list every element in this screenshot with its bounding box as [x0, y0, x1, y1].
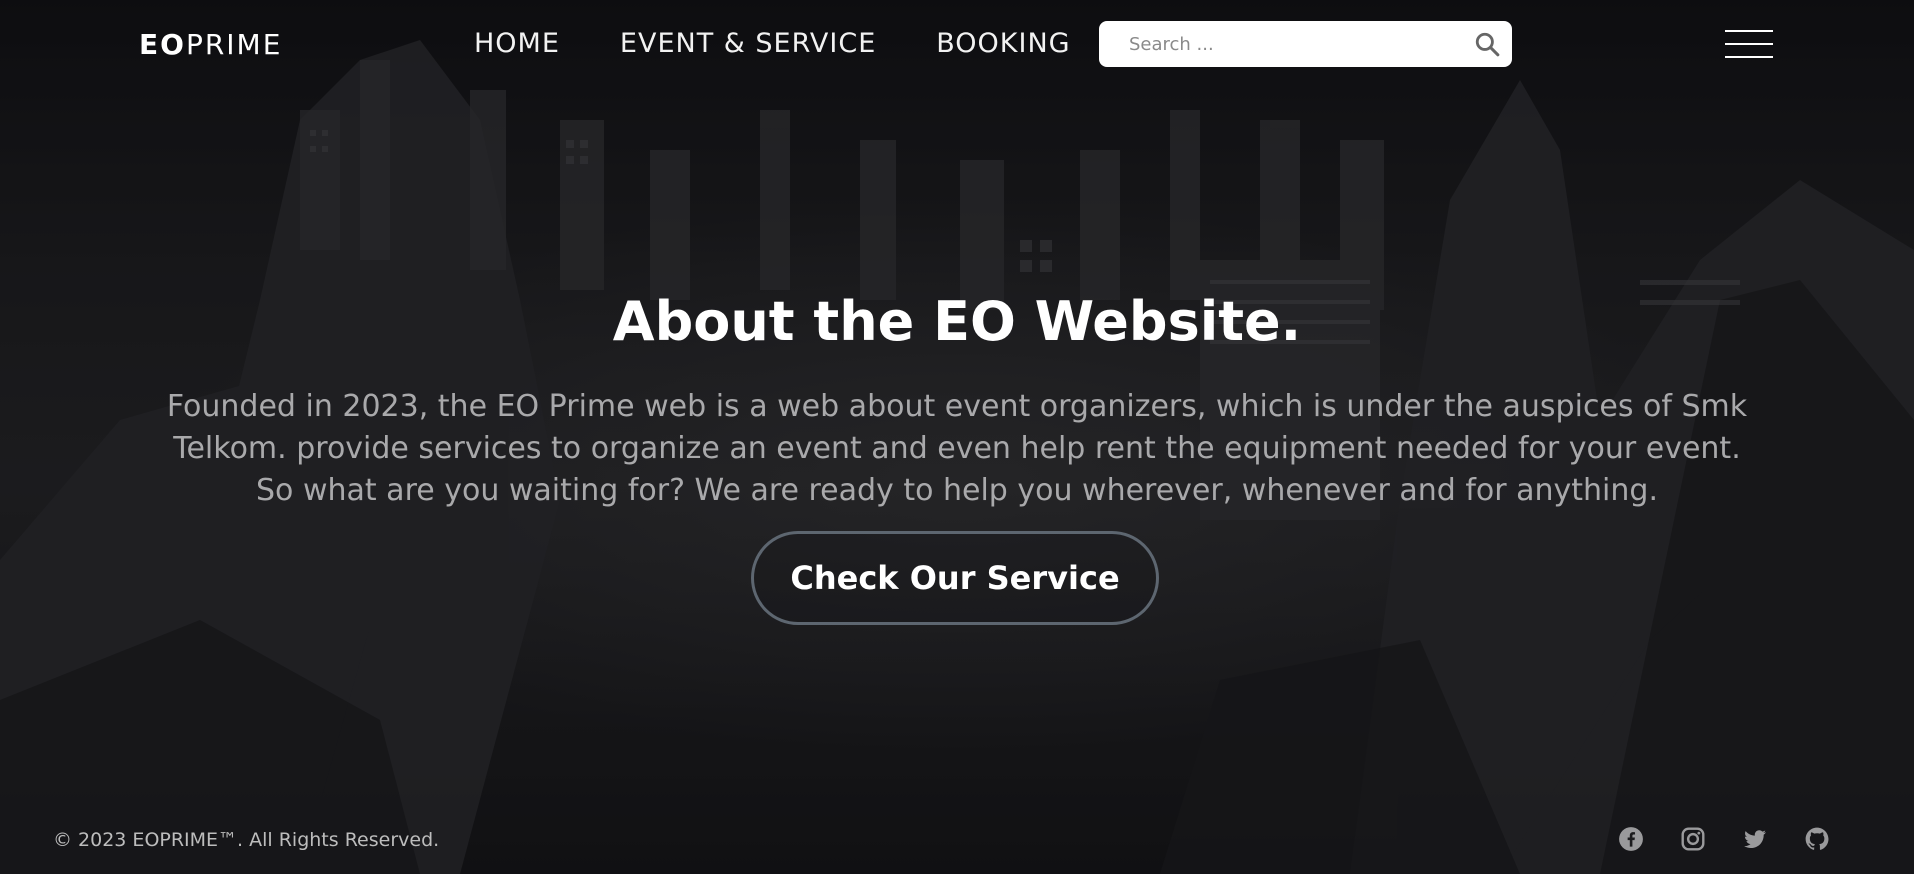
github-icon[interactable]	[1804, 826, 1830, 852]
hero-title: About the EO Website.	[612, 290, 1302, 353]
nav-item-booking[interactable]: BOOKING	[936, 28, 1070, 59]
brand-logo-bold: EO	[139, 28, 186, 61]
search-icon[interactable]	[1474, 31, 1500, 57]
nav-item-event-service[interactable]: EVENT & SERVICE	[620, 28, 876, 59]
twitter-icon[interactable]	[1742, 826, 1768, 852]
hero-description: Founded in 2023, the EO Prime web is a w…	[166, 389, 1748, 508]
copyright-text: © 2023 EOPRIME™. All Rights Reserved.	[53, 829, 440, 851]
main-menu: HOME EVENT & SERVICE BOOKING	[474, 28, 1131, 59]
facebook-icon[interactable]	[1618, 826, 1644, 852]
nav-item-home[interactable]: HOME	[474, 28, 560, 59]
check-our-service-button[interactable]: Check Our Service	[751, 531, 1159, 625]
instagram-icon[interactable]	[1680, 826, 1706, 852]
brand-logo-light: PRIME	[185, 28, 283, 61]
brand-logo[interactable]: EOPRIME	[139, 28, 282, 61]
social-links	[1618, 826, 1830, 852]
hamburger-menu-icon[interactable]	[1725, 30, 1773, 60]
search-input[interactable]	[1115, 21, 1445, 67]
top-navbar: EOPRIME HOME EVENT & SERVICE BOOKING	[0, 0, 1914, 88]
search-box	[1099, 21, 1512, 67]
